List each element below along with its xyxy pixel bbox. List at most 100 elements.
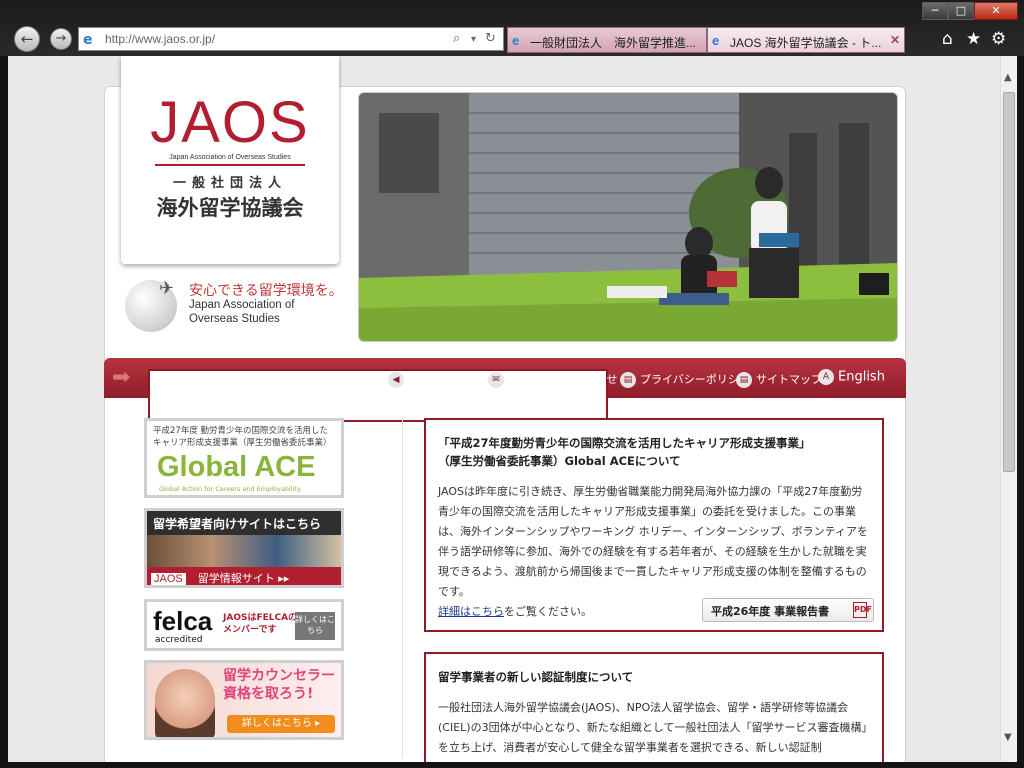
news-body: 一般社団法人海外留学協議会(JAOS)、NPO法人留学協会、留学・語学研修等協議… <box>438 701 867 754</box>
logo-wordmark: JAOS <box>150 90 310 155</box>
tab-label: JAOS 海外留学協議会 - ト... <box>730 36 882 50</box>
logo-english-name: Japan Association of Overseas Studies <box>169 154 291 161</box>
ace-line2: キャリア形成支援事業（厚生労働省委託事業） <box>153 438 332 448</box>
ie-icon: e <box>83 32 93 48</box>
ace-subtitle: Global Action for Careers and Employabil… <box>159 485 301 493</box>
students-photo <box>147 535 341 569</box>
hero-photo <box>358 92 898 342</box>
nav-sitemap[interactable]: ▤ サイトマップ <box>736 371 822 388</box>
report-label: 平成26年度 事業報告書 <box>711 605 830 618</box>
tagline-en: Japan Association of Overseas Studies <box>189 298 295 326</box>
tagline-jp: 安心できる留学環境を。 <box>189 283 343 299</box>
address-bar[interactable]: e http://www.jaos.or.jp/ ⌕ ▾ ↻ <box>78 27 504 51</box>
nav-events[interactable]: ◀ イベント情報 <box>388 371 474 388</box>
nav-contact[interactable]: ✉ アクセス・お問い合せ <box>488 371 617 388</box>
scroll-down-icon[interactable]: ▼ <box>1004 732 1012 743</box>
felca-member-text: JAOSはFELCAの メンバーです <box>223 612 297 636</box>
woman-photo <box>155 669 215 737</box>
jaos-logo[interactable]: JAOS Japan Association of Overseas Studi… <box>121 56 339 264</box>
scroll-thumb[interactable] <box>1003 92 1015 472</box>
counselor-text: 留学カウンセラー 資格を取ろう! <box>223 667 335 703</box>
nav-label: プライバシーポリシー <box>640 373 750 386</box>
nav-label: サイトマップ <box>756 373 822 386</box>
nav-label: アクセス・お問い合せ <box>508 373 618 386</box>
arrow-icon: ➡ <box>112 365 131 390</box>
felca-detail-button[interactable]: 詳しくはこちら <box>295 612 335 640</box>
felca-member-line1: JAOSはFELCAの <box>223 613 298 623</box>
forward-button[interactable]: → <box>50 28 72 50</box>
logo-divider <box>155 164 305 166</box>
forward-icon: → <box>55 31 67 46</box>
browser-chrome: ─ □ ✕ ← → e http://www.jaos.or.jp/ ⌕ ▾ ↻… <box>0 0 1024 56</box>
nav-label: イベント情報 <box>408 373 474 386</box>
news-item-certification: 留学事業者の新しい認証制度について 一般社団法人海外留学協議会(JAOS)、NP… <box>424 652 884 762</box>
nav-privacy[interactable]: ▤ プライバシーポリシー <box>620 371 750 388</box>
tagline: ✈ 安心できる留学環境を。 Japan Association of Overs… <box>125 278 355 334</box>
window-controls: ─ □ ✕ <box>922 2 1018 20</box>
main-navbar: ➡ 最新ニュース ◀ イベント情報 ✉ アクセス・お問い合せ ▤ プライバシーポリシー… <box>104 358 906 422</box>
refresh-icon[interactable]: ↻ <box>485 31 496 46</box>
jaos-mini-logo: JAOS <box>151 573 186 585</box>
browser-window: ─ □ ✕ ← → e http://www.jaos.or.jp/ ⌕ ▾ ↻… <box>0 0 1024 768</box>
felca-accredited: accredited <box>155 635 203 645</box>
ace-title: Global ACE <box>157 451 316 483</box>
counselor-line1: 留学カウンセラー <box>223 668 335 684</box>
minimize-button[interactable]: ─ <box>922 2 948 20</box>
close-button[interactable]: ✕ <box>974 2 1018 20</box>
sitemap-icon: ▤ <box>736 372 752 388</box>
news-title: 留学事業者の新しい認証制度について <box>438 670 634 684</box>
news-title-line2: （厚生労働省委託事業）Global ACEについて <box>438 454 681 468</box>
tab-jaos[interactable]: e JAOS 海外留学協議会 - ト... ✕ <box>707 27 905 53</box>
felca-logo: felca <box>153 606 213 636</box>
home-icon[interactable]: ⌂ <box>942 29 953 49</box>
logo-small-text: 一般社団法人 <box>172 176 287 191</box>
page-viewport: JAOS Japan Association of Overseas Studi… <box>8 56 1000 762</box>
close-tab-icon[interactable]: ✕ <box>890 33 900 47</box>
letter-a-icon: A <box>818 369 834 385</box>
pdf-icon: PDF <box>853 602 872 618</box>
study-info-site-banner[interactable]: 留学希望者向けサイトはこちら JAOS 留学情報サイト ▸▸ <box>144 508 344 588</box>
logo-org-name: 海外留学協議会 <box>156 196 304 220</box>
banner-top-text: 留学希望者向けサイトはこちら <box>147 511 341 535</box>
maximize-button[interactable]: □ <box>948 2 974 20</box>
mail-icon: ✉ <box>488 372 504 388</box>
news-title: 「平成27年度勤労青少年の国際交流を活用したキャリア形成支援事業」 （厚生労働省… <box>438 434 870 470</box>
url-text[interactable]: http://www.jaos.or.jp/ <box>105 32 215 46</box>
nav-english[interactable]: A English <box>818 369 885 385</box>
megaphone-icon: ◀ <box>388 372 404 388</box>
back-icon: ← <box>20 30 34 48</box>
tab-overseas-study[interactable]: e 一般財団法人 海外留学推進... <box>507 27 707 53</box>
scroll-up-icon[interactable]: ▲ <box>1004 72 1012 83</box>
ace-line1: 平成27年度 勤労青少年の国際交流を活用した <box>153 426 329 436</box>
banner-label: 留学情報サイト ▸▸ <box>197 572 290 585</box>
tagline-en-line1: Japan Association of <box>189 299 295 311</box>
favorites-star-icon[interactable]: ★ <box>966 29 981 49</box>
ie-icon: e <box>712 33 720 48</box>
counselor-banner[interactable]: 留学カウンセラー 資格を取ろう! 詳しくはこちら ▸ <box>144 660 344 740</box>
airplane-icon: ✈ <box>159 278 175 299</box>
back-button[interactable]: ← <box>14 26 40 52</box>
document-icon: ▤ <box>620 372 636 388</box>
column-divider <box>402 418 403 758</box>
counselor-detail-button[interactable]: 詳しくはこちら ▸ <box>227 715 335 733</box>
banner-caption: 平成27年度 勤労青少年の国際交流を活用した キャリア形成支援事業（厚生労働省委… <box>153 425 332 449</box>
nav-label: English <box>838 369 885 385</box>
counselor-line2: 資格を取ろう! <box>223 686 314 702</box>
link-suffix: をご覧ください。 <box>504 605 592 618</box>
gear-icon[interactable]: ⚙ <box>991 29 1006 49</box>
news-body-text: JAOSは昨年度に引き続き、厚生労働省職業能力開発局海外協力課の「平成27年度勤… <box>438 485 868 598</box>
tagline-en-line2: Overseas Studies <box>189 313 280 325</box>
dropdown-icon[interactable]: ▾ <box>471 34 476 45</box>
ie-icon: e <box>512 33 520 48</box>
search-icon[interactable]: ⌕ <box>453 31 460 46</box>
vertical-scrollbar[interactable]: ▲ ▼ <box>1000 56 1017 762</box>
banner-bottom: JAOS 留学情報サイト ▸▸ <box>147 567 341 585</box>
felca-banner[interactable]: felca accredited JAOSはFELCAの メンバーです 詳しくは… <box>144 599 344 651</box>
news-item-global-ace: 「平成27年度勤労青少年の国際交流を活用したキャリア形成支援事業」 （厚生労働省… <box>424 418 884 632</box>
news-title-line1: 「平成27年度勤労青少年の国際交流を活用したキャリア形成支援事業」 <box>438 436 811 450</box>
felca-member-line2: メンバーです <box>223 625 277 635</box>
details-link[interactable]: 詳細はこちら <box>438 605 504 618</box>
annual-report-button[interactable]: 平成26年度 事業報告書 PDF <box>702 598 874 622</box>
global-ace-banner[interactable]: 平成27年度 勤労青少年の国際交流を活用した キャリア形成支援事業（厚生労働省委… <box>144 418 344 498</box>
tab-label: 一般財団法人 海外留学推進... <box>530 36 697 50</box>
